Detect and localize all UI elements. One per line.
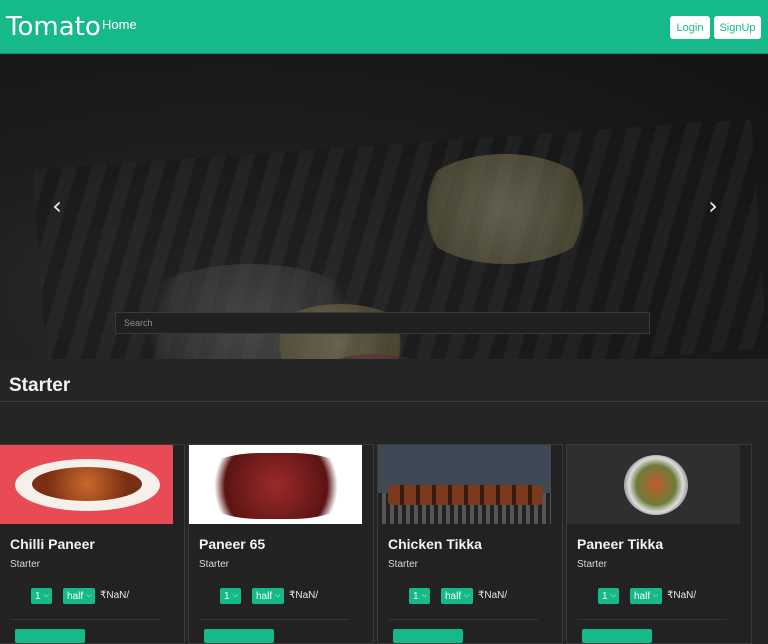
food-price: ₹NaN/ bbox=[289, 590, 319, 601]
quantity-select[interactable]: 1 ⌵ bbox=[598, 588, 619, 604]
size-select[interactable]: half ⌵ bbox=[630, 588, 662, 604]
food-price: ₹NaN/ bbox=[100, 590, 130, 601]
size-select[interactable]: half ⌵ bbox=[252, 588, 284, 604]
section-title: Starter bbox=[9, 375, 71, 396]
food-card: Paneer 65 Starter 1 ⌵ half ⌵ ₹NaN/ bbox=[188, 444, 374, 644]
search-input[interactable] bbox=[115, 312, 650, 334]
food-category: Starter bbox=[199, 559, 230, 570]
chevron-down-icon: ⌵ bbox=[421, 592, 427, 599]
add-to-cart-button[interactable] bbox=[582, 629, 652, 643]
nav-home-link[interactable]: Home bbox=[102, 17, 137, 32]
size-select[interactable]: half ⌵ bbox=[63, 588, 95, 604]
food-image bbox=[567, 445, 740, 524]
signup-button[interactable]: SignUp bbox=[714, 16, 761, 39]
food-price: ₹NaN/ bbox=[478, 590, 508, 601]
quantity-select[interactable]: 1 ⌵ bbox=[31, 588, 52, 604]
food-image bbox=[0, 445, 173, 524]
food-name: Chilli Paneer bbox=[10, 536, 95, 552]
login-button[interactable]: Login bbox=[670, 16, 710, 39]
navbar: Tomato Home Login SignUp bbox=[0, 0, 768, 54]
food-name: Paneer 65 bbox=[199, 536, 266, 552]
food-category: Starter bbox=[388, 559, 419, 570]
food-card: Paneer Tikka Starter 1 ⌵ half ⌵ ₹NaN/ bbox=[566, 444, 752, 644]
add-to-cart-button[interactable] bbox=[15, 629, 85, 643]
chevron-down-icon: ⌵ bbox=[232, 592, 238, 599]
chevron-left-icon[interactable]: ‹ bbox=[47, 192, 67, 220]
food-category: Starter bbox=[577, 559, 608, 570]
quantity-select[interactable]: 1 ⌵ bbox=[220, 588, 241, 604]
food-name: Paneer Tikka bbox=[577, 536, 664, 552]
size-select[interactable]: half ⌵ bbox=[441, 588, 473, 604]
chevron-down-icon: ⌵ bbox=[43, 592, 49, 599]
hero-carousel: ‹ › bbox=[0, 54, 768, 359]
add-to-cart-button[interactable] bbox=[393, 629, 463, 643]
quantity-select[interactable]: 1 ⌵ bbox=[409, 588, 430, 604]
chevron-down-icon: ⌵ bbox=[610, 592, 616, 599]
section-divider bbox=[0, 401, 768, 402]
chevron-down-icon: ⌵ bbox=[86, 592, 92, 599]
food-image bbox=[189, 445, 362, 524]
brand-logo[interactable]: Tomato bbox=[6, 12, 101, 42]
food-card: Chilli Paneer Starter 1 ⌵ half ⌵ ₹NaN/ bbox=[0, 444, 185, 644]
food-price: ₹NaN/ bbox=[667, 590, 697, 601]
chevron-down-icon: ⌵ bbox=[464, 592, 470, 599]
add-to-cart-button[interactable] bbox=[204, 629, 274, 643]
food-image bbox=[378, 445, 551, 524]
food-category: Starter bbox=[10, 559, 41, 570]
food-name: Chicken Tikka bbox=[388, 536, 482, 552]
chevron-down-icon: ⌵ bbox=[275, 592, 281, 599]
chevron-right-icon[interactable]: › bbox=[703, 192, 723, 220]
food-card: Chicken Tikka Starter 1 ⌵ half ⌵ ₹NaN/ bbox=[377, 444, 563, 644]
chevron-down-icon: ⌵ bbox=[653, 592, 659, 599]
